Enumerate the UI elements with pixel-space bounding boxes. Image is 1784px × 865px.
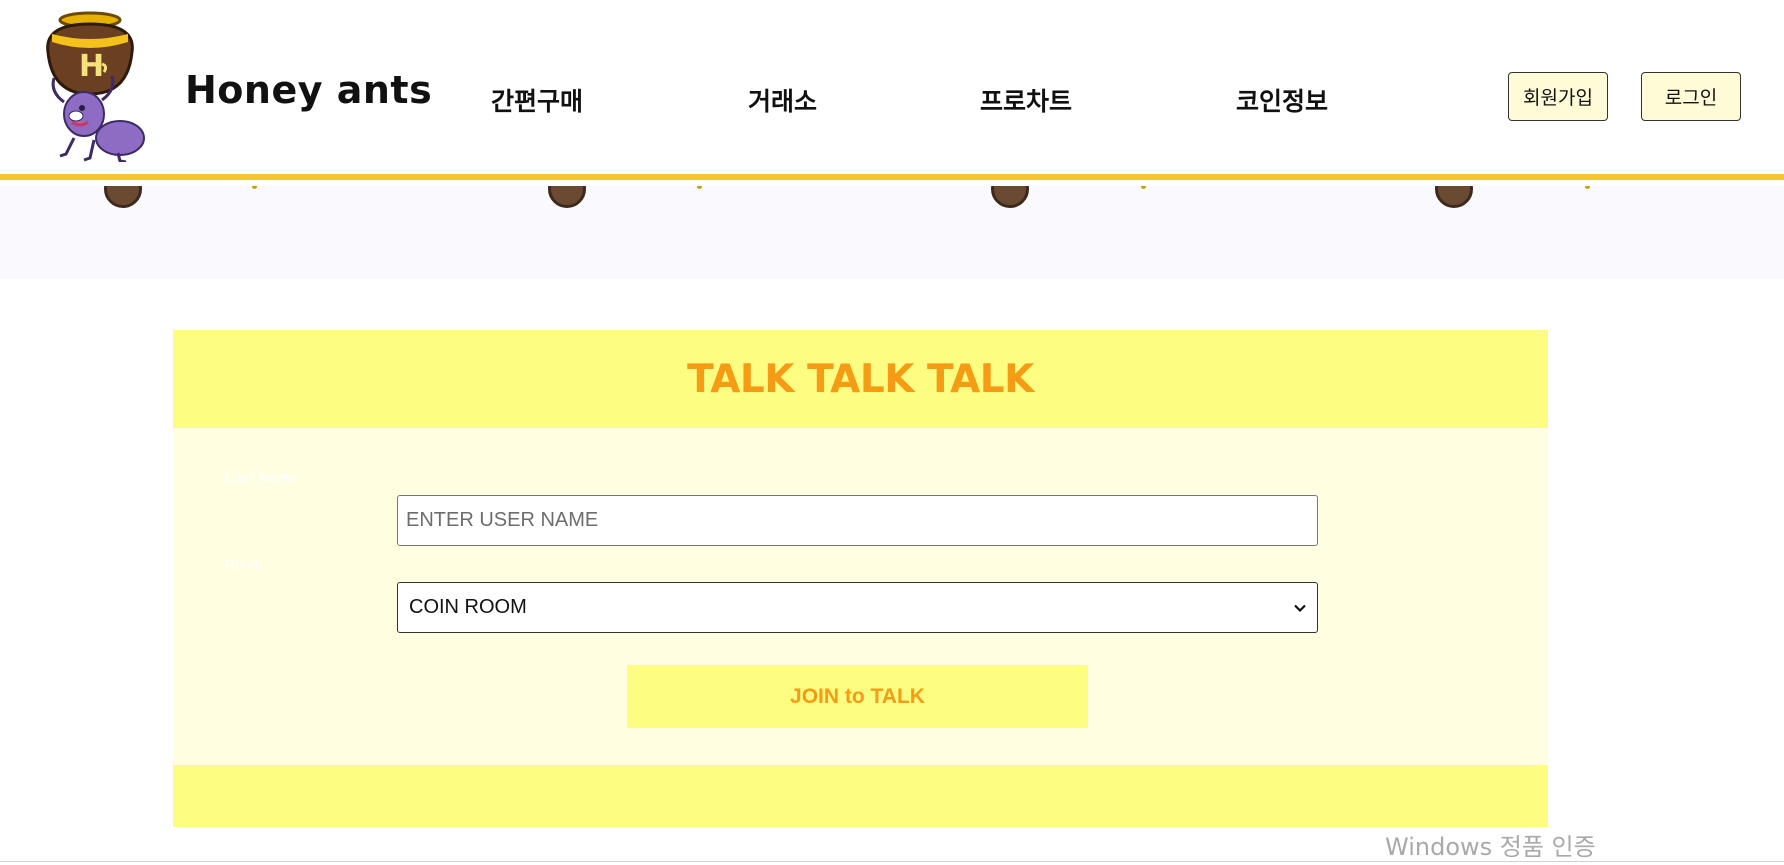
- nav-item-exchange[interactable]: 거래소: [748, 82, 817, 118]
- chat-join-card: TALK TALK TALK: [173, 330, 1548, 827]
- windows-activation-watermark: Windows 정품 인증: [1385, 833, 1596, 861]
- coin-icon: [1435, 186, 1473, 208]
- nav-item-quick-buy[interactable]: 간편구매: [491, 82, 583, 118]
- ticker-mark: [1141, 186, 1146, 189]
- ticker-mark: [252, 186, 257, 189]
- nav-item-pro-chart[interactable]: 프로차트: [980, 82, 1072, 118]
- coin-icon: [991, 186, 1029, 208]
- ticker-mark: [1585, 186, 1590, 189]
- coin-icon: [104, 186, 142, 208]
- chevron-down-icon: [1294, 604, 1306, 612]
- divider: [0, 861, 1784, 862]
- join-talk-button[interactable]: JOIN to TALK: [627, 665, 1088, 728]
- card-footer: [173, 765, 1548, 827]
- coin-ticker-strip: [0, 186, 1784, 279]
- nav-item-coin-info[interactable]: 코인정보: [1236, 82, 1328, 118]
- signup-button[interactable]: 회원가입: [1508, 72, 1608, 121]
- site-header: H Honey ants 간편구매 거래소 프로차트 코인정보 회원가입 로그인: [0, 0, 1784, 180]
- svg-text:H: H: [79, 49, 104, 84]
- username-label: User Name: [225, 469, 296, 485]
- ticker-mark: [697, 186, 702, 189]
- room-select[interactable]: COIN ROOM: [397, 582, 1318, 633]
- login-button[interactable]: 로그인: [1641, 72, 1741, 121]
- room-label: Room: [225, 556, 263, 572]
- room-select-value: COIN ROOM: [409, 596, 527, 618]
- username-input[interactable]: [397, 495, 1318, 546]
- chat-title: TALK TALK TALK: [687, 356, 1034, 402]
- card-header: TALK TALK TALK: [173, 330, 1548, 428]
- coin-icon: [548, 186, 586, 208]
